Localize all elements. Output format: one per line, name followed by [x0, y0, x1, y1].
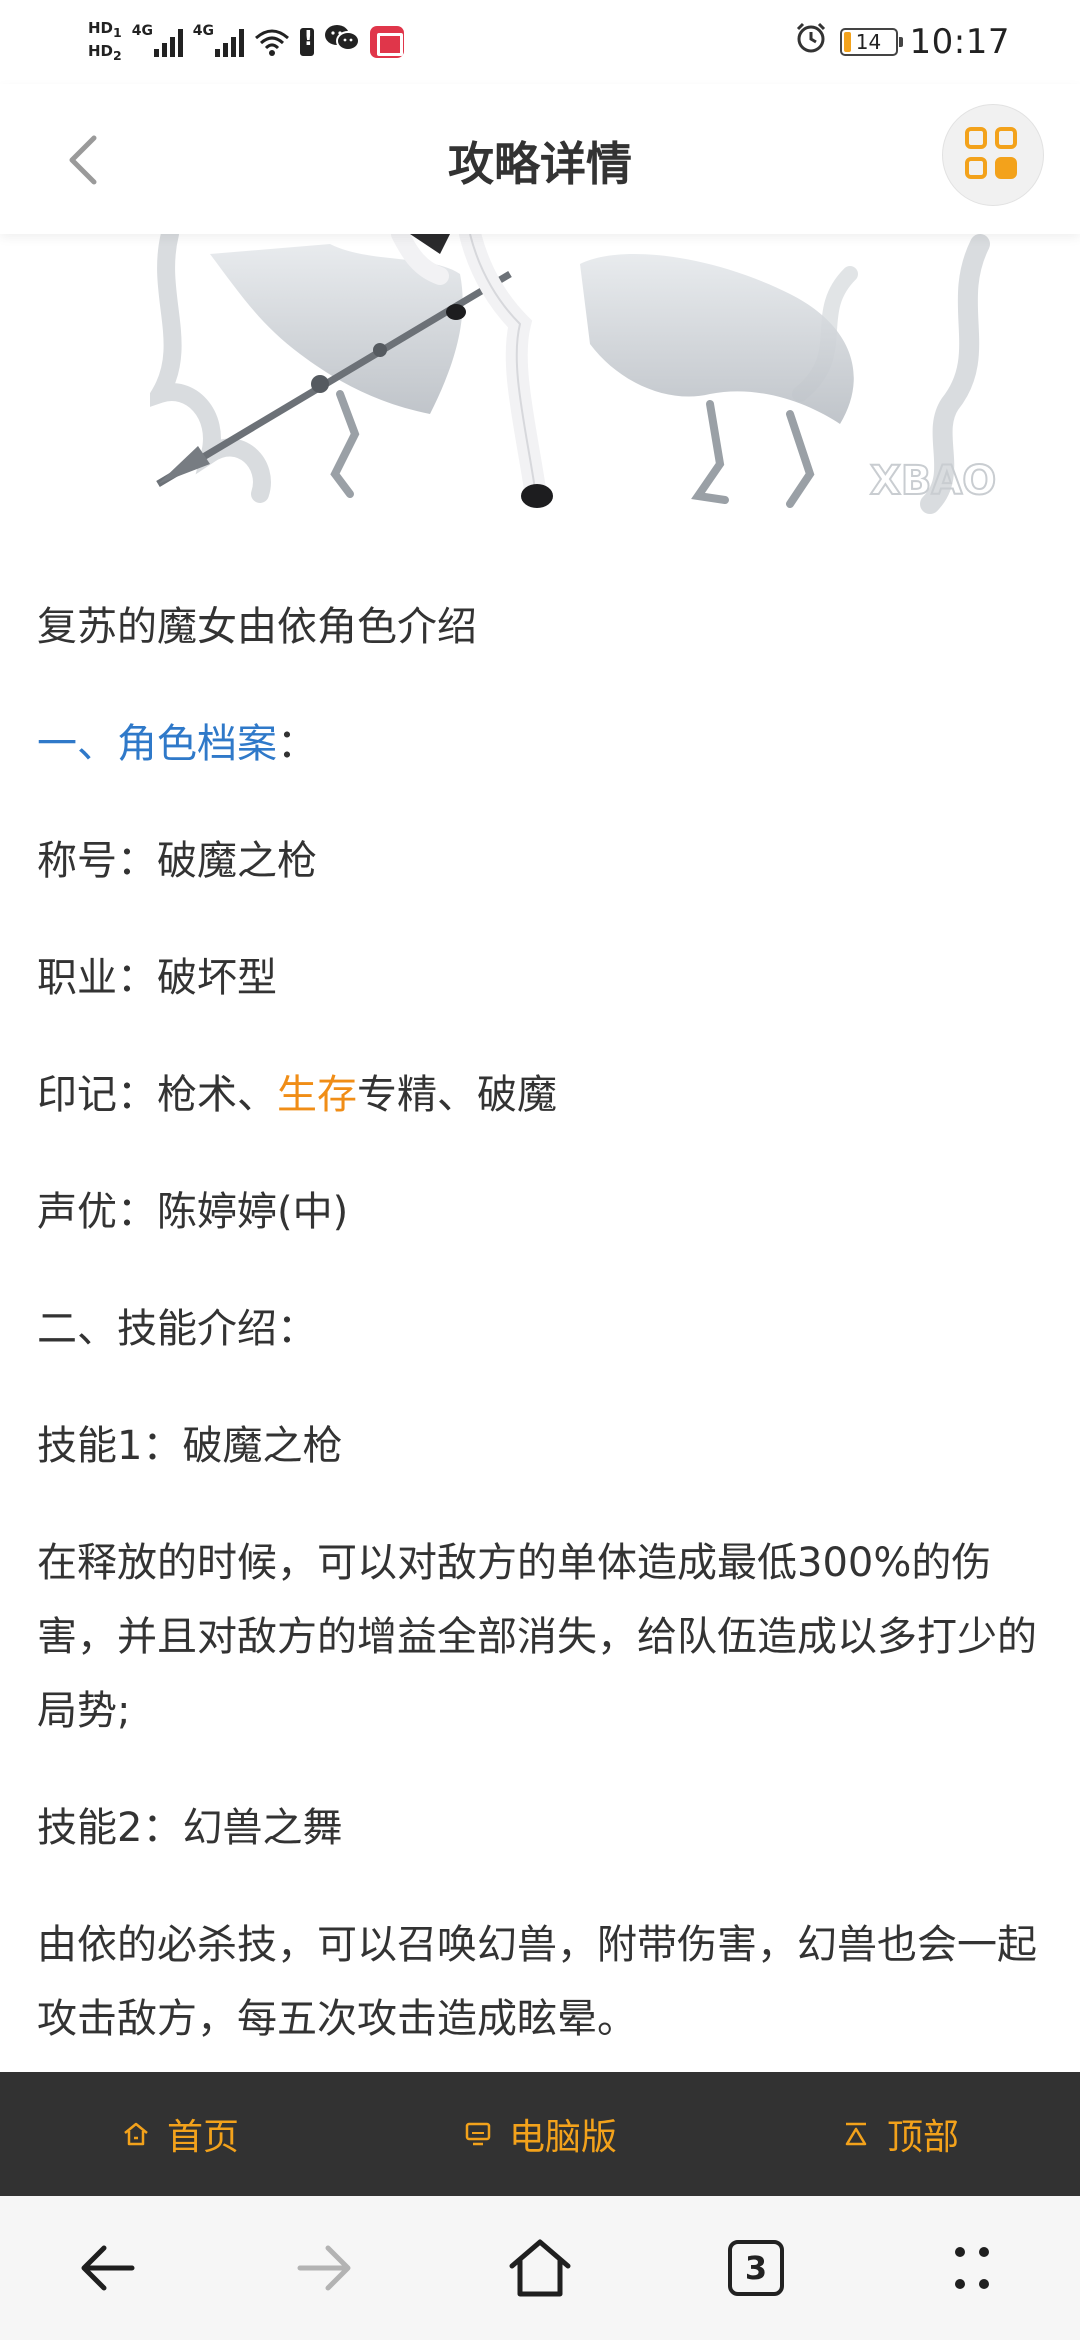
hd2-label: HD2: [88, 42, 122, 63]
hd-indicator: HD1 HD2: [88, 19, 122, 65]
page-title: 攻略详情: [448, 137, 632, 191]
signal-1-label: 4G: [131, 23, 153, 39]
status-right: 14 10:17: [794, 12, 1010, 72]
section-heading: 一、角色档案：: [37, 707, 1047, 781]
more-menu-button[interactable]: [922, 2218, 1022, 2318]
battery-fill: [843, 32, 852, 52]
skill2-title: 技能2：幻兽之舞: [37, 1805, 343, 1851]
profile-job-row: 职业：破坏型: [37, 941, 1047, 1015]
watermark: XBAO: [870, 458, 996, 504]
more-dots-icon: [955, 2247, 989, 2289]
article-body: 复苏的魔女由依角色介绍 一、角色档案： 称号：破魔之枪 职业：破坏型 印记：枪术…: [37, 590, 1047, 2099]
browser-back-button[interactable]: [58, 2218, 158, 2318]
section1-colon: ：: [277, 721, 317, 767]
grid-menu-button[interactable]: [942, 104, 1044, 206]
signal-2-label: 4G: [192, 23, 214, 39]
signal-icon: 4G: [132, 23, 183, 57]
status-bar: HD1 HD2 4G 4G ! 14 10:17: [0, 0, 1080, 84]
skill1-description: 在释放的时候，可以对敌方的单体造成最低300%的伤害，并且对敌方的增益全部消失，…: [37, 1540, 1037, 1734]
section1-title: 一、角色档案: [37, 721, 277, 767]
character-illustration: XBAO: [150, 234, 997, 514]
nav-top-button[interactable]: 顶部: [720, 2108, 1080, 2160]
forward-arrow-icon: [297, 2245, 351, 2291]
field-label: 印记：: [37, 1072, 157, 1118]
field-label: 声优：: [37, 1189, 157, 1235]
field-value: 陈婷婷(中): [157, 1189, 349, 1235]
skill2-description: 由依的必杀技，可以召唤幻兽，附带伤害，幻兽也会一起攻击敌方，每五次攻击造成眩晕。: [37, 1922, 1037, 2042]
clock: 10:17: [909, 22, 1010, 62]
nav-desktop-label: 电脑版: [508, 2117, 617, 2158]
to-top-icon: [845, 2122, 867, 2146]
nav-home-button[interactable]: 首页: [0, 2108, 360, 2160]
alarm-icon: [794, 21, 828, 64]
section2-title: 二、技能介绍：: [37, 1306, 317, 1352]
bottom-nav: 首页 电脑版 顶部: [0, 2072, 1080, 2196]
monitor-icon: [465, 2122, 491, 2146]
book-app-icon: [369, 26, 404, 58]
profile-cv-row: 声优：陈婷婷(中): [37, 1175, 1047, 1249]
status-left: HD1 HD2 4G 4G: [88, 12, 404, 72]
browser-nav: 3: [0, 2196, 1080, 2340]
tabs-icon: 3: [728, 2240, 784, 2296]
battery-icon: 14: [839, 28, 903, 56]
signal-icon: 4G: [193, 23, 244, 57]
field-label: 职业：: [37, 955, 157, 1001]
battery-level: 14: [855, 30, 882, 54]
back-arrow-icon: [81, 2245, 135, 2291]
field-value: 破坏型: [157, 955, 277, 1001]
skill1-title: 技能1：破魔之枪: [37, 1423, 343, 1469]
browser-home-button[interactable]: [490, 2218, 590, 2318]
highlight-link[interactable]: 生存: [277, 1072, 357, 1118]
wifi-icon: [254, 27, 290, 57]
profile-mark-row: 印记：枪术、生存专精、破魔: [37, 1058, 1047, 1132]
nav-top-label: 顶部: [886, 2117, 959, 2158]
profile-title-row: 称号：破魔之枪: [37, 824, 1047, 898]
browser-forward-button[interactable]: [274, 2218, 374, 2318]
tabs-button[interactable]: 3: [706, 2218, 806, 2318]
nav-desktop-button[interactable]: 电脑版: [360, 2108, 720, 2160]
hero-image: XBAO: [150, 234, 1000, 534]
nav-home-label: 首页: [166, 2117, 239, 2158]
wechat-icon: [324, 22, 360, 62]
hd1-label: HD1: [88, 19, 122, 40]
field-label: 称号：: [37, 838, 157, 884]
page: HD1 HD2 4G 4G ! 14 10:17 攻略详情 XBAO 复苏的魔女…: [0, 0, 1080, 2340]
article-intro: 复苏的魔女由依角色介绍: [37, 604, 477, 650]
field-value: 枪术、: [157, 1072, 277, 1118]
home-icon: [124, 2122, 148, 2146]
app-header: 攻略详情: [0, 84, 1080, 234]
battery-alert-icon: [299, 26, 314, 56]
field-value: 专精、破魔: [357, 1072, 557, 1118]
home-outline-icon: [509, 2239, 571, 2297]
field-value: 破魔之枪: [157, 838, 317, 884]
